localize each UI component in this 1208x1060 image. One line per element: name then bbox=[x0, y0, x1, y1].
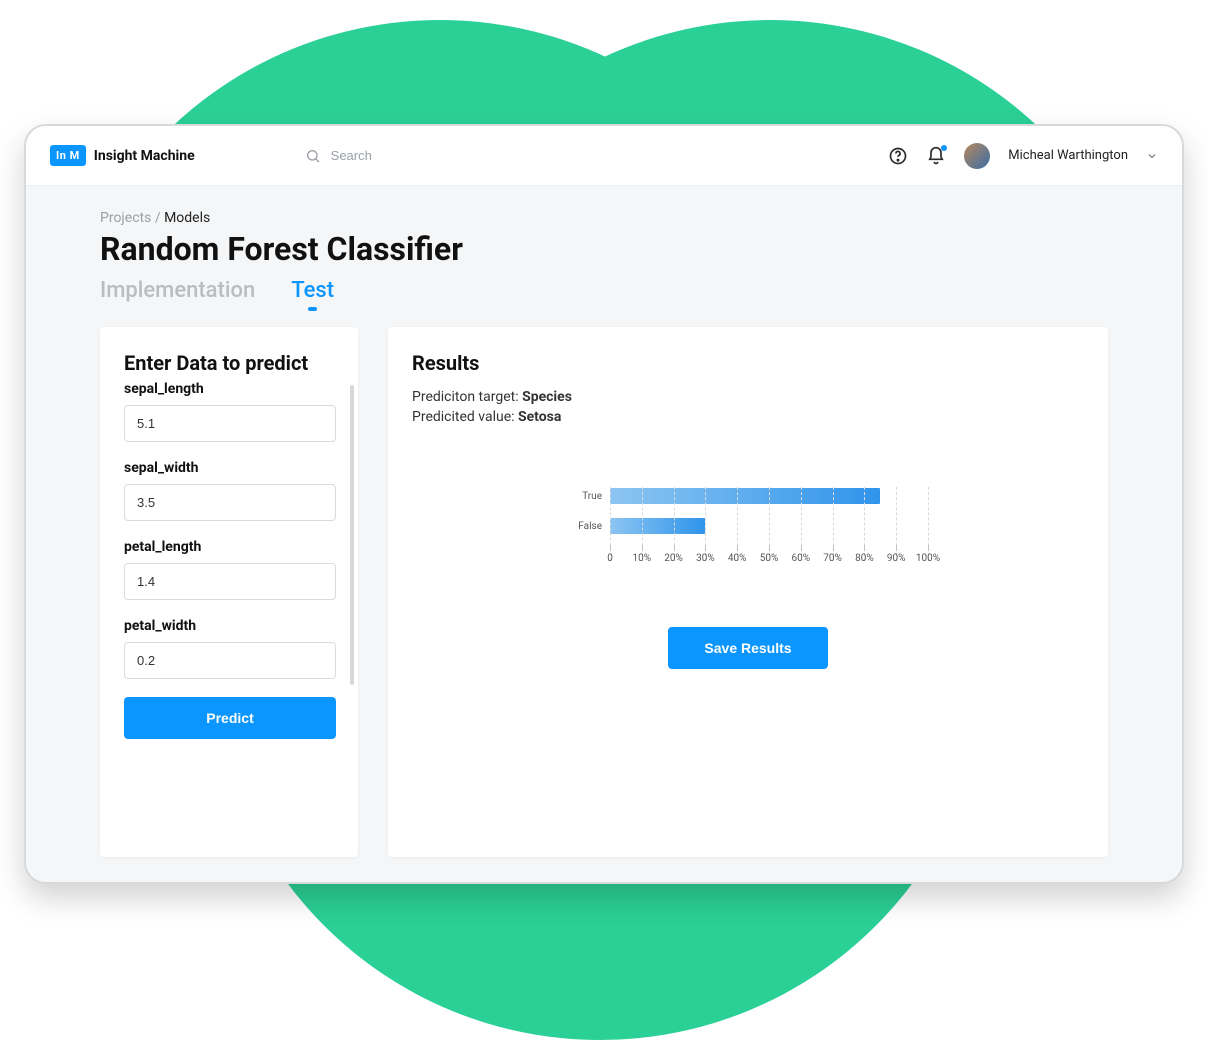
field-label-petal-length: petal_length bbox=[124, 539, 336, 555]
chevron-down-icon[interactable] bbox=[1146, 150, 1158, 162]
chart: True False 0 10% 20% 30% 40% 50% 60% 70% 80% 90% 100… bbox=[412, 485, 1084, 579]
help-icon[interactable] bbox=[888, 146, 908, 166]
prediction-target: Prediciton target: Species bbox=[412, 389, 1084, 405]
results-title: Results bbox=[412, 351, 1084, 375]
breadcrumb: Projects / Models bbox=[100, 210, 1108, 226]
search-wrap[interactable] bbox=[305, 148, 531, 164]
breadcrumb-current[interactable]: Models bbox=[164, 210, 210, 226]
brand-name: Insight Machine bbox=[94, 148, 195, 164]
chart-tick-label: 80% bbox=[855, 553, 874, 564]
breadcrumb-root[interactable]: Projects bbox=[100, 210, 151, 226]
chart-tick-label: 10% bbox=[633, 553, 652, 564]
breadcrumb-sep: / bbox=[151, 210, 164, 226]
field-label-sepal-width: sepal_width bbox=[124, 460, 336, 476]
notification-dot bbox=[941, 145, 947, 151]
chart-axis: 010%20%30%40%50%60%70%80%90%100% bbox=[610, 545, 928, 579]
search-icon bbox=[305, 148, 321, 164]
chart-tick-label: 100% bbox=[916, 553, 940, 564]
chart-row-label: False bbox=[568, 521, 610, 532]
input-sepal-width[interactable] bbox=[124, 484, 336, 521]
avatar[interactable] bbox=[964, 143, 990, 169]
predicted-value: Predicited value: Setosa bbox=[412, 409, 1084, 425]
username[interactable]: Micheal Warthington bbox=[1008, 148, 1128, 163]
tabs: Implementation Test bbox=[100, 278, 1108, 309]
results-card: Results Prediciton target: Species Predi… bbox=[388, 327, 1108, 857]
input-petal-width[interactable] bbox=[124, 642, 336, 679]
scrollbar[interactable] bbox=[350, 385, 354, 685]
predict-button[interactable]: Predict bbox=[124, 697, 336, 739]
search-input[interactable] bbox=[331, 148, 531, 163]
chart-tick-label: 20% bbox=[664, 553, 683, 564]
chart-tick-label: 50% bbox=[760, 553, 779, 564]
chart-bar-row: False bbox=[568, 515, 928, 537]
chart-tick-label: 40% bbox=[728, 553, 747, 564]
page-body: Projects / Models Random Forest Classifi… bbox=[26, 186, 1182, 882]
page-title: Random Forest Classifier bbox=[100, 230, 1108, 268]
topbar: In M Insight Machine Micheal Warthington bbox=[26, 126, 1182, 186]
predict-form-card: Enter Data to predict sepal_length sepal… bbox=[100, 327, 358, 857]
chart-tick-label: 30% bbox=[696, 553, 715, 564]
input-sepal-length[interactable] bbox=[124, 405, 336, 442]
form-title: Enter Data to predict bbox=[124, 351, 334, 375]
bell-icon[interactable] bbox=[926, 146, 946, 166]
device-frame: In M Insight Machine Micheal Warthington bbox=[24, 124, 1184, 884]
chart-tick-label: 60% bbox=[792, 553, 811, 564]
save-results-button[interactable]: Save Results bbox=[668, 627, 828, 669]
tab-test[interactable]: Test bbox=[291, 278, 334, 309]
field-label-sepal-length: sepal_length bbox=[124, 381, 336, 397]
chart-tick-label: 70% bbox=[823, 553, 842, 564]
chart-bar bbox=[610, 488, 880, 504]
chart-tick-label: 90% bbox=[887, 553, 906, 564]
chart-bar-row: True bbox=[568, 485, 928, 507]
tab-implementation[interactable]: Implementation bbox=[100, 278, 255, 309]
field-label-petal-width: petal_width bbox=[124, 618, 336, 634]
chart-bar bbox=[610, 518, 705, 534]
chart-tick-label: 0 bbox=[607, 553, 613, 564]
logo-badge: In M bbox=[50, 145, 86, 166]
chart-row-label: True bbox=[568, 491, 610, 502]
input-petal-length[interactable] bbox=[124, 563, 336, 600]
